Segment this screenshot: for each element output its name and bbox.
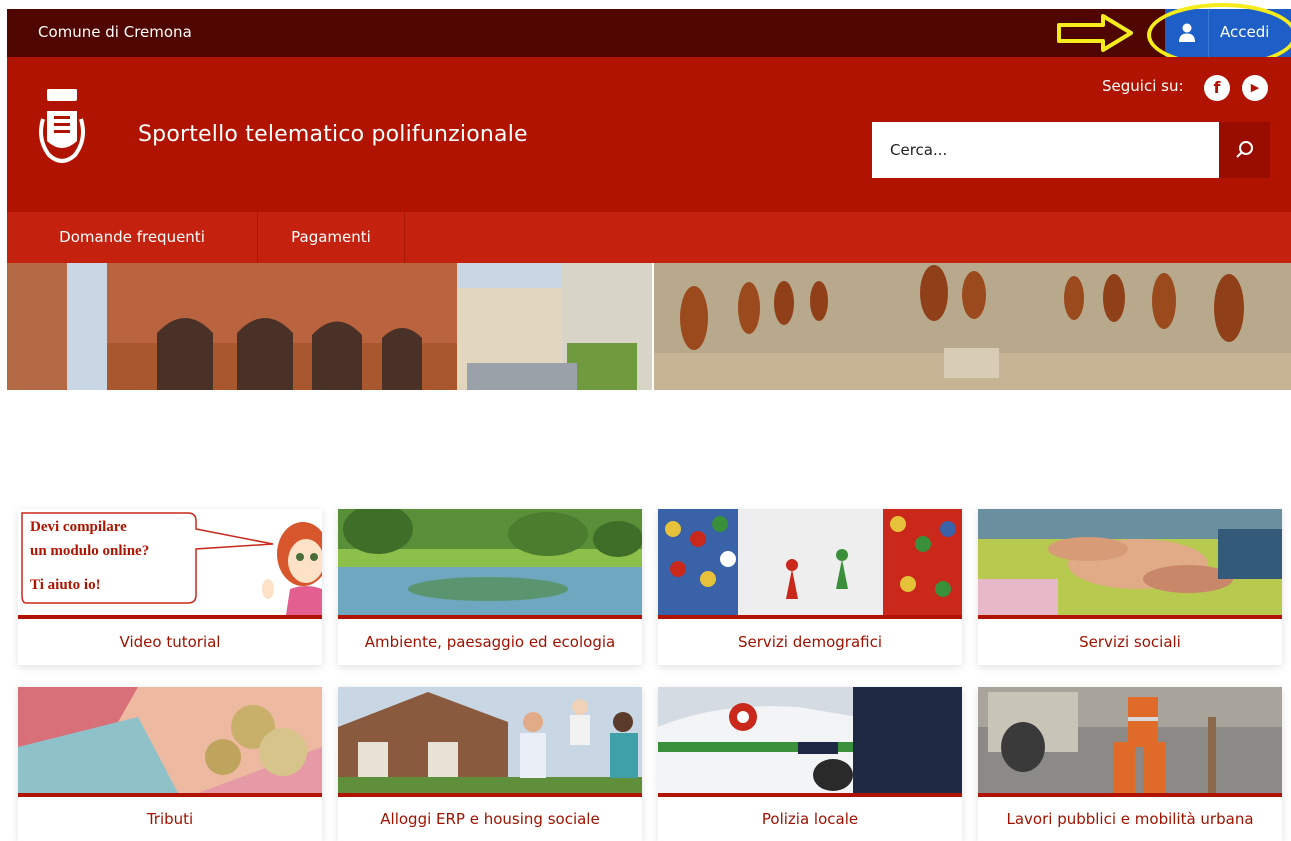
tile-image-text-1: Devi compilare — [30, 519, 127, 535]
nav-item-payments[interactable]: Pagamenti — [258, 212, 405, 263]
tile-image-text-2: un modulo online? — [30, 543, 149, 559]
tile-image-pawns — [658, 509, 962, 615]
search-box — [872, 122, 1270, 178]
tile-image-roadworks — [978, 687, 1282, 793]
nav-item-faq[interactable]: Domande frequenti — [7, 212, 258, 263]
tile-label: Servizi demografici — [737, 633, 883, 651]
follow-label: Seguici su: — [1102, 77, 1184, 95]
tile-servizi-demografici[interactable]: Servizi demografici — [658, 509, 962, 665]
tile-image-banknotes — [18, 687, 322, 793]
tile-image-police-car — [658, 687, 962, 793]
site-title[interactable]: Sportello telematico polifunzionale — [138, 122, 528, 147]
tile-label: Ambiente, paesaggio ed ecologia — [364, 633, 616, 651]
org-name[interactable]: Comune di Cremona — [38, 23, 192, 41]
tile-label: Video tutorial — [119, 633, 221, 651]
tile-tributi[interactable]: Tributi — [18, 687, 322, 841]
tile-image-text-3: Ti aiuto io! — [30, 577, 101, 593]
banner-photo-violins — [654, 263, 1291, 390]
search-icon — [1236, 141, 1253, 158]
login-label: Accedi — [1220, 23, 1270, 41]
tile-image-tutorial: Devi compilare un modulo online? Ti aiut… — [18, 509, 322, 615]
tile-lavori-pubblici[interactable]: Lavori pubblici e mobilità urbana — [978, 687, 1282, 841]
tile-video-tutorial[interactable]: Devi compilare un modulo online? Ti aiut… — [18, 509, 322, 665]
tile-image-family-house — [338, 687, 642, 793]
tile-image-hands — [978, 509, 1282, 615]
search-input[interactable] — [872, 122, 1219, 178]
user-icon — [1165, 9, 1209, 57]
facebook-icon[interactable]: f — [1204, 75, 1230, 101]
tile-servizi-sociali[interactable]: Servizi sociali — [978, 509, 1282, 665]
city-crest-logo[interactable] — [37, 89, 87, 171]
annotation-arrow-icon — [1057, 14, 1133, 52]
tile-label: Alloggi ERP e housing sociale — [380, 810, 600, 828]
main-nav: Domande frequenti Pagamenti — [7, 212, 1291, 263]
banner-photo-arcade — [7, 263, 652, 390]
tile-label: Polizia locale — [761, 810, 859, 828]
tile-alloggi-erp[interactable]: Alloggi ERP e housing sociale — [338, 687, 642, 841]
tile-label: Servizi sociali — [1079, 633, 1181, 651]
hero-banner — [7, 263, 1291, 390]
login-button[interactable]: Accedi — [1165, 9, 1291, 57]
youtube-icon[interactable]: ▶ — [1242, 75, 1268, 101]
search-button[interactable] — [1219, 122, 1270, 178]
tile-image-landscape — [338, 509, 642, 615]
site-header: Sportello telematico polifunzionale Segu… — [7, 57, 1291, 212]
tile-ambiente[interactable]: Ambiente, paesaggio ed ecologia — [338, 509, 642, 665]
tile-label: Lavori pubblici e mobilità urbana — [1006, 810, 1254, 828]
tile-label: Tributi — [146, 810, 194, 828]
tile-polizia-locale[interactable]: Polizia locale — [658, 687, 962, 841]
